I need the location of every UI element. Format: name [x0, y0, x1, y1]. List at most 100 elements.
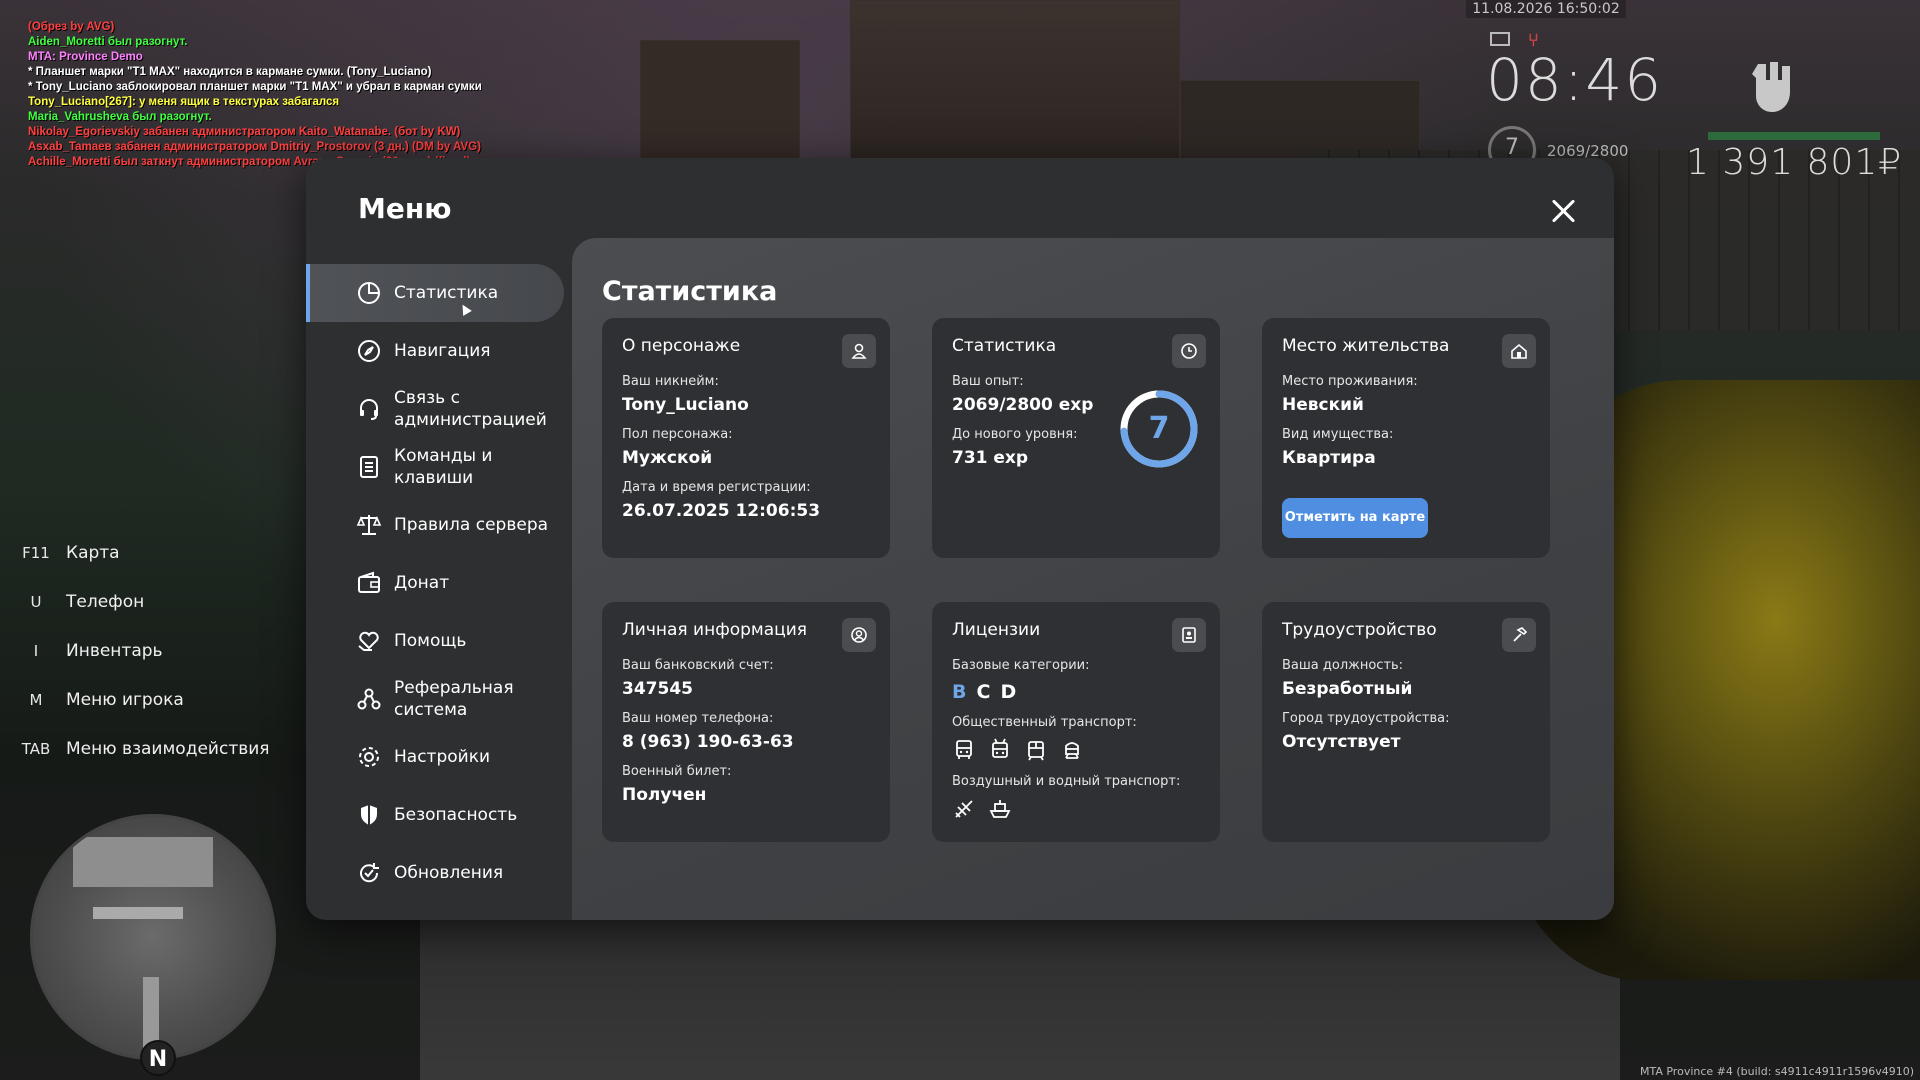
hotkey-key: M	[29, 690, 43, 709]
registration-value: 26.07.2025 12:06:53	[622, 501, 821, 521]
nav-label: Статистика	[394, 283, 499, 303]
nav-item-navigation[interactable]: Навигация	[306, 322, 564, 380]
refresh-check-icon	[356, 860, 382, 886]
card-title: Место жительства	[1282, 336, 1450, 356]
nav-item-referral[interactable]: Реферальная система	[306, 670, 564, 728]
field-label: Пол персонажа:	[622, 427, 733, 442]
hud-clock: 08:46	[1486, 46, 1664, 114]
field-label: Ваш опыт:	[952, 374, 1024, 389]
field-label: Дата и время регистрации:	[622, 480, 811, 495]
hud-level: 7	[1505, 135, 1519, 160]
nav-label-line: администрацией	[394, 410, 547, 430]
license-category-c: C	[976, 681, 993, 703]
card-personal-info: Личная информация Ваш банковский счет: 3…	[602, 602, 890, 842]
shield-icon	[356, 802, 382, 828]
hotkey-label: Инвентарь	[66, 640, 163, 661]
fist-icon	[1752, 62, 1790, 112]
mail-icon	[1490, 32, 1510, 46]
hotkey-key: U	[30, 592, 42, 611]
gear-icon	[356, 744, 382, 770]
train-icon	[1060, 738, 1084, 762]
build-info: MTA Province #4 (build: s4911c4911r1596v…	[1639, 1065, 1914, 1078]
license-categories: BCD	[952, 681, 1200, 703]
nav-item-statistics[interactable]: Статистика	[306, 264, 564, 322]
public-transport-icons	[952, 738, 1200, 762]
chat-line: * Tony_Luciano заблокировал планшет марк…	[28, 81, 482, 93]
chat-line: (Обрез by AVG)	[28, 21, 115, 33]
nav-item-security[interactable]: Безопасность	[306, 786, 564, 844]
card-title: Личная информация	[622, 620, 808, 640]
tram-icon	[1024, 738, 1048, 762]
hotkey-label: Карта	[66, 542, 120, 563]
job-city-value: Отсутствует	[1282, 732, 1401, 752]
card-title: Статистика	[952, 336, 1057, 356]
nav-item-commands[interactable]: Команды и клавиши	[306, 438, 564, 496]
card-title: Трудоустройство	[1282, 620, 1437, 640]
house-icon	[1502, 334, 1536, 368]
nav-label: Настройки	[394, 747, 491, 767]
nav-label: Реферальная система	[394, 677, 514, 721]
map-road	[93, 907, 183, 919]
hotkey-inventory[interactable]: I Инвентарь	[20, 626, 270, 675]
hotkey-player-menu[interactable]: M Меню игрока	[20, 675, 270, 724]
nav-label: Навигация	[394, 341, 491, 361]
hud-datetime: 11.08.2026 16:50:02	[1466, 0, 1626, 18]
card-statistics: Статистика Ваш опыт: 2069/2800 exp До но…	[932, 318, 1220, 558]
mouse-cursor	[458, 302, 472, 316]
menu-window: Меню Статистика Навигация Связь с админис…	[306, 158, 1614, 920]
field-label: Ваш номер телефона:	[622, 711, 774, 726]
health-bar	[1708, 132, 1880, 140]
nav-item-help[interactable]: Помощь	[306, 612, 564, 670]
field-label: Общественный транспорт:	[952, 715, 1137, 730]
field-label: Ваш банковский счет:	[622, 658, 774, 673]
nav-item-settings[interactable]: Настройки	[306, 728, 564, 786]
bank-account-value: 347545	[622, 679, 693, 699]
mark-on-map-button[interactable]: Отметить на карте	[1282, 498, 1428, 538]
hand-heart-icon	[356, 628, 382, 654]
field-label: Ваш никнейм:	[622, 374, 719, 389]
nav-label-line: система	[394, 700, 468, 720]
hotkey-key: TAB	[21, 739, 51, 758]
hotkey-phone[interactable]: U Телефон	[20, 577, 270, 626]
user-icon	[842, 334, 876, 368]
id-card-icon	[1172, 618, 1206, 652]
card-about-character: О персонаже Ваш никнейм: Tony_Luciano По…	[602, 318, 890, 558]
map-block	[73, 837, 213, 887]
nav-item-donate[interactable]: Донат	[306, 554, 564, 612]
nav-item-contact-admin[interactable]: Связь с администрацией	[306, 380, 564, 438]
nickname-value: Tony_Luciano	[622, 395, 749, 415]
minimap	[30, 814, 276, 1060]
field-label: Базовые категории:	[952, 658, 1090, 673]
nav-label-line: Реферальная	[394, 678, 514, 698]
nav-label: Команды и клавиши	[394, 445, 492, 489]
hotkey-key: I	[33, 641, 39, 660]
hotkey-interaction-menu[interactable]: TAB Меню взаимодействия	[20, 724, 270, 773]
content-panel: Статистика О персонаже Ваш никнейм: Tony…	[572, 238, 1614, 920]
trolleybus-icon	[988, 738, 1012, 762]
nav-item-rules[interactable]: Правила сервера	[306, 496, 564, 554]
card-title: Лицензии	[952, 620, 1041, 640]
compass-icon	[356, 338, 382, 364]
residence-place-value: Невский	[1282, 395, 1364, 415]
card-title: О персонаже	[622, 336, 741, 356]
close-button[interactable]	[1546, 194, 1580, 228]
chat-line: Nikolay_Egorievskiy забанен администрато…	[28, 126, 461, 138]
factory-gate	[850, 0, 1180, 180]
card-employment: Трудоустройство Ваша должность: Безработ…	[1262, 602, 1550, 842]
chat-line: Tony_Luciano[267]: у меня ящик в текстур…	[28, 96, 340, 108]
nav-label: Связь с администрацией	[394, 387, 547, 431]
people-network-icon	[356, 686, 382, 712]
scales-icon	[356, 512, 382, 538]
field-label: Воздушный и водный транспорт:	[952, 774, 1181, 789]
nav-label: Помощь	[394, 631, 467, 651]
job-position-value: Безработный	[1282, 679, 1413, 699]
card-residence: Место жительства Место проживания: Невск…	[1262, 318, 1550, 558]
nav-item-updates[interactable]: Обновления	[306, 844, 564, 902]
north-indicator: N	[140, 1040, 176, 1076]
hotkey-key: F11	[22, 543, 50, 562]
user-circle-icon	[842, 618, 876, 652]
hotkey-label: Телефон	[66, 591, 145, 612]
field-label: Место проживания:	[1282, 374, 1418, 389]
card-licenses: Лицензии Базовые категории: BCD Обществе…	[932, 602, 1220, 842]
hotkey-map[interactable]: F11 Карта	[20, 528, 270, 577]
